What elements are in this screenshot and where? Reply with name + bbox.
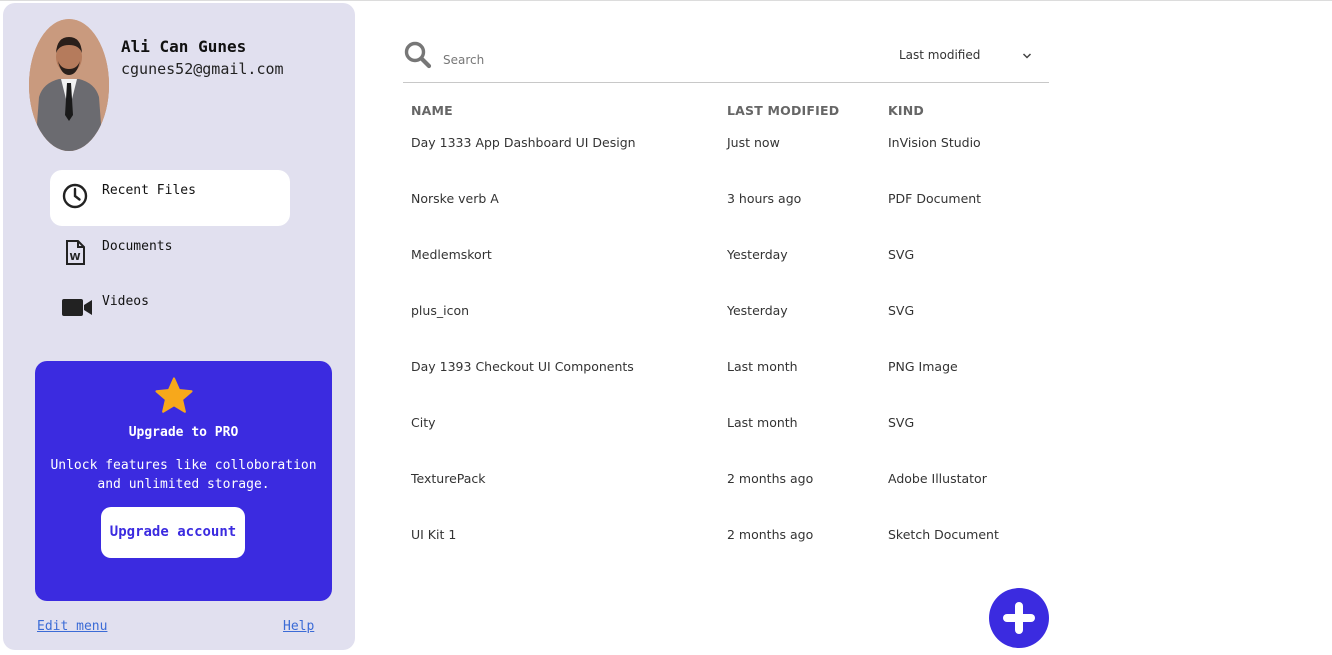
file-last-modified: Last month [727,415,798,430]
svg-text:W: W [70,252,81,263]
edit-menu-link[interactable]: Edit menu [37,619,107,634]
file-last-modified: Last month [727,359,798,374]
star-icon [153,375,195,421]
file-kind: PNG Image [888,359,958,374]
file-name: UI Kit 1 [411,527,457,542]
file-kind: InVision Studio [888,135,981,150]
column-header-name[interactable]: NAME [411,103,453,118]
sort-dropdown[interactable]: Last modified [899,48,1039,68]
upgrade-account-button[interactable]: Upgrade account [101,507,245,558]
help-link[interactable]: Help [283,619,314,634]
file-kind: SVG [888,415,915,430]
video-camera-icon [61,293,92,321]
sidebar-item-label: Documents [102,239,173,254]
add-file-button[interactable] [989,588,1049,648]
sidebar: Ali Can Gunes cgunes52@gmail.com Recent … [3,3,355,650]
file-name: Day 1333 App Dashboard UI Design [411,135,636,150]
file-last-modified: Just now [727,135,780,150]
promo-description: Unlock features like colloboration and u… [50,458,317,492]
upgrade-promo-card: Upgrade to PRO Unlock features like coll… [35,361,332,601]
table-row[interactable]: Medlemskort Yesterday SVG [403,242,1049,298]
file-last-modified: 2 months ago [727,527,814,542]
sort-dropdown-value: Last modified [899,48,981,62]
search-bar: Last modified [403,36,1049,83]
table-row[interactable]: Norske verb A 3 hours ago PDF Document [403,186,1049,242]
promo-title: Upgrade to PRO [128,425,239,440]
file-kind: Adobe Illustator [888,471,987,486]
sidebar-item-label: Recent Files [102,183,196,198]
file-name: Medlemskort [411,247,492,262]
table-row[interactable]: Day 1393 Checkout UI Components Last mon… [403,354,1049,410]
file-name: City [411,415,436,430]
sidebar-item-documents[interactable]: W Documents [50,226,290,282]
chevron-down-icon [1021,50,1033,65]
file-name: plus_icon [411,303,470,318]
file-kind: SVG [888,303,915,318]
file-last-modified: 2 months ago [727,471,814,486]
file-kind: SVG [888,247,915,262]
user-email: cgunes52@gmail.com [121,60,284,78]
top-divider [0,0,1332,1]
file-name: TexturePack [411,471,486,486]
file-kind: Sketch Document [888,527,999,542]
column-header-kind[interactable]: KIND [888,103,924,118]
table-row[interactable]: UI Kit 1 2 months ago Sketch Document [403,522,1049,578]
file-name: Norske verb A [411,191,499,206]
table-row[interactable]: Day 1333 App Dashboard UI Design Just no… [403,130,1049,186]
sidebar-item-label: Videos [102,294,149,309]
user-name: Ali Can Gunes [121,37,247,56]
search-icon[interactable] [403,40,433,74]
search-input[interactable] [441,49,745,71]
clock-icon [61,182,89,210]
word-document-icon: W [61,238,89,266]
file-name: Day 1393 Checkout UI Components [411,359,634,374]
table-row[interactable]: TexturePack 2 months ago Adobe Illustato… [403,466,1049,522]
avatar[interactable] [29,19,109,151]
file-last-modified: Yesterday [727,303,788,318]
file-kind: PDF Document [888,191,982,206]
table-row[interactable]: plus_icon Yesterday SVG [403,298,1049,354]
table-row[interactable]: City Last month SVG [403,410,1049,466]
column-header-last-modified[interactable]: LAST MODIFIED [727,103,839,118]
file-last-modified: 3 hours ago [727,191,802,206]
sidebar-item-videos[interactable]: Videos [50,281,290,337]
file-last-modified: Yesterday [727,247,788,262]
sidebar-item-recent-files[interactable]: Recent Files [50,170,290,226]
